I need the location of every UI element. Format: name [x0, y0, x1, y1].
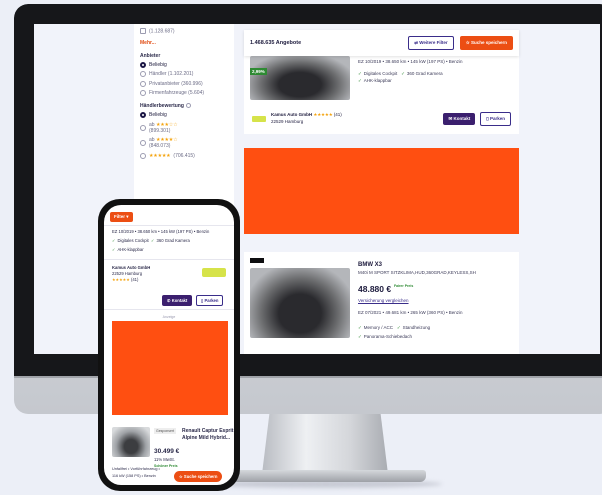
ad-banner[interactable]: [244, 148, 519, 234]
monitor-stand-base: [226, 470, 426, 482]
more-link[interactable]: Mehr...: [140, 40, 228, 46]
info-icon[interactable]: [185, 103, 191, 109]
mobile-footer-power: 116 kW (158 PS) • Benzin: [112, 474, 156, 478]
chevron-down-icon: ▾: [126, 214, 129, 219]
radio-dot[interactable]: [140, 152, 146, 159]
save-search-button[interactable]: ☆ Suche speichern: [459, 36, 513, 50]
star-rating: ★★★☆☆: [155, 121, 178, 128]
vat-info: 11% MwSt.: [154, 457, 175, 462]
feature-item: ✓ AHK-klappbar: [358, 78, 392, 84]
park-button[interactable]: ▯ Parken: [480, 112, 511, 126]
check-icon: ✓: [112, 247, 116, 252]
radio-provider-private[interactable]: Privatanbieter (360.996): [140, 81, 228, 87]
listing-card[interactable]: BMW X3 M40i M SPORT SITZKLIMA,HUD,360GRA…: [244, 252, 519, 354]
dealer-stars: ★★★★★: [112, 277, 130, 283]
dealer-reviews: (41): [333, 112, 342, 118]
check-icon: ✓: [396, 325, 401, 330]
mobile-park-button[interactable]: ▯ Parken: [196, 295, 224, 306]
feature-item: ✓ Digitales Cockpit: [112, 238, 149, 243]
insurance-link[interactable]: Versicherung vergleichen: [358, 298, 409, 303]
check-icon: ✓: [112, 238, 116, 243]
radio-rating-any[interactable]: Beliebig: [140, 112, 228, 119]
dealer-city: 22529 Hamburg: [271, 119, 304, 124]
results-topbar: 1.468.635 Angebote ⇌ Weitere Filter ☆ Su…: [244, 30, 519, 56]
radio-dot[interactable]: [140, 71, 146, 78]
feature-item: ✓ AHK-klappbar: [112, 247, 144, 252]
phone-frame: Filter ▾ EZ 10/2019 • 38.650 km • 145 kW…: [98, 199, 240, 491]
contact-button[interactable]: ✉ Kontakt: [443, 113, 476, 125]
mobile-listing-title[interactable]: Renault Captur Esprit Alpine Mild Hybrid…: [154, 428, 234, 442]
car-image[interactable]: [112, 427, 150, 457]
listing-specs: EZ 07/2021 • 49.681 km • 265 kW (360 PS)…: [358, 310, 463, 315]
feature-item: ✓ Standheizung: [396, 325, 431, 330]
feature-item: ✓ Digitales Cockpit: [358, 71, 398, 76]
dealer-name: Kamus Auto GmbH: [271, 112, 313, 118]
star-rating: ★★★★☆: [155, 137, 178, 144]
check-icon: ✓: [401, 71, 405, 76]
feature-item: ✓ 360 Grad Kamera: [401, 71, 443, 76]
radio-dot[interactable]: [140, 80, 146, 87]
checkbox[interactable]: [140, 28, 146, 34]
radio-dot[interactable]: [140, 124, 146, 131]
car-image[interactable]: [250, 268, 350, 338]
more-filters-button[interactable]: ⇌ Weitere Filter: [408, 36, 454, 50]
feature-item: ✓ 360 Grad Kamera: [151, 238, 190, 243]
mobile-save-search-button[interactable]: ☆ Suche speichern: [174, 471, 223, 482]
mobile-ad-banner[interactable]: [112, 321, 228, 415]
check-icon: ✓: [358, 71, 362, 76]
dealer-logo: [250, 258, 264, 263]
dealer-logo: [202, 268, 226, 277]
radio-rating-5[interactable]: ★★★★★ (706.415): [140, 153, 228, 159]
star-rating: ★★★★★: [149, 152, 171, 159]
listing-card[interactable]: 2,99% EZ 10/2019 • 38.650 km • 145 kW (1…: [244, 54, 519, 134]
check-icon: ✓: [151, 238, 155, 243]
dealer-row: Kamus Auto GmbH ★★★★★ (41) 22529 Hamburg …: [252, 112, 511, 126]
feature-item: ✓ Memory / ACC: [358, 325, 394, 330]
listing-title[interactable]: BMW X3: [358, 262, 382, 268]
check-icon: ✓: [358, 78, 362, 84]
radio-dot[interactable]: [140, 89, 146, 96]
mobile-listing-features: ✓ Digitales Cockpit ✓ 360 Grad Kamera: [112, 238, 190, 243]
provider-heading: Anbieter: [140, 52, 161, 59]
mobile-footer-specs: Unfallfrei • Vorführfahrzeug •: [112, 467, 160, 471]
radio-provider-company[interactable]: Firmenfahrzeuge (5.604): [140, 90, 228, 96]
dealer-logo: [252, 116, 266, 122]
listing-features: ✓ Memory / ACC ✓ Standheizung ✓ Panorama-Sc…: [358, 323, 430, 341]
mobile-screen: Filter ▾ EZ 10/2019 • 38.650 km • 145 kW…: [104, 205, 234, 485]
ad-label: Anzeige: [162, 315, 176, 319]
rating-heading: Händlerbewertung: [140, 103, 228, 109]
mobile-contact-button[interactable]: ✆ Kontakt: [162, 295, 193, 306]
dealer-name: Kamus Auto GmbH: [112, 265, 151, 270]
dealer-reviews: (41): [130, 277, 139, 283]
radio-rating-3[interactable]: ab ★★★☆☆ (899.301): [140, 122, 228, 135]
listing-specs: EZ 10/2019 • 38.650 km • 145 kW (197 PS)…: [358, 59, 463, 64]
dealer-city: 22529 Hamburg: [112, 271, 143, 277]
mobile-listing-specs: EZ 10/2019 • 38.650 km • 145 kW (197 PS)…: [112, 229, 210, 234]
price-rating-badge: Fairer Preis: [394, 284, 414, 288]
radio-dot[interactable]: [140, 62, 146, 69]
listing-price: 48.880 €: [358, 284, 392, 294]
mobile-filter-button[interactable]: Filter ▾: [110, 212, 133, 222]
radio-dot[interactable]: [140, 112, 146, 119]
filter-top-count: (1.128.687): [140, 28, 228, 35]
results-main: 1.468.635 Angebote ⇌ Weitere Filter ☆ Su…: [244, 24, 519, 354]
mobile-dealer-info: Kamus Auto GmbH 22529 Hamburg ★★★★★ (41): [112, 265, 150, 283]
check-icon: ✓: [358, 334, 362, 339]
listing-subtitle: M40i M SPORT SITZKLIMA,HUD,360GRAD,KEYLE…: [358, 270, 476, 275]
check-icon: ✓: [358, 325, 362, 330]
dealer-stars: ★★★★★: [313, 112, 333, 118]
radio-provider-dealer[interactable]: Händler (1.102.201): [140, 71, 228, 78]
radio-rating-4[interactable]: ab ★★★★☆ (848.073): [140, 137, 228, 150]
feature-item: ✓ Panorama-Schiebedach: [358, 334, 413, 339]
radio-provider-any[interactable]: Beliebig: [140, 62, 228, 69]
results-count: 1.468.635 Angebote: [250, 40, 302, 46]
mobile-listing-price: 30.499 €: [154, 448, 180, 455]
radio-dot[interactable]: [140, 140, 146, 147]
car-image[interactable]: [250, 56, 350, 100]
listing-features: ✓ Digitales Cockpit ✓ 360 Grad Kamera ✓ AHK…: [358, 70, 443, 84]
financing-badge: 2,99%: [250, 68, 267, 75]
